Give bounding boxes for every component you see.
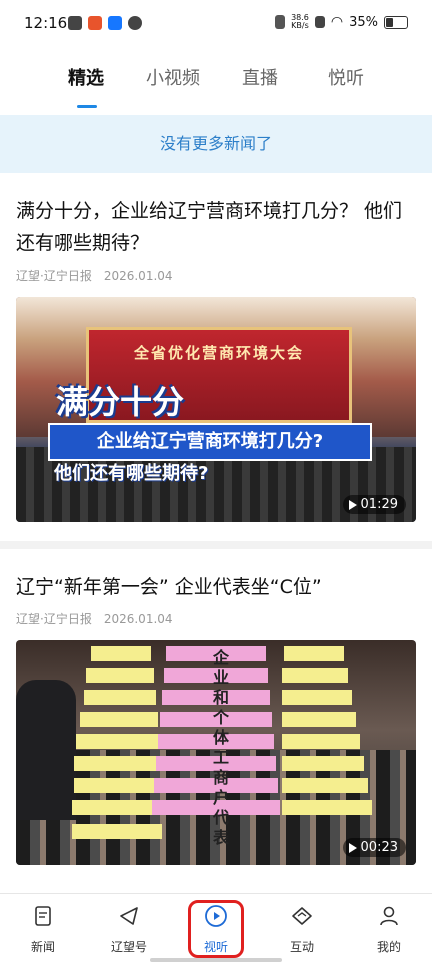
yellow-bar <box>282 690 352 705</box>
app-notification-icon <box>68 16 82 30</box>
no-more-news-banner: 没有更多新闻了 <box>0 115 432 173</box>
article-source: 辽望·辽宁日报 <box>16 269 92 283</box>
yellow-bar <box>284 646 344 661</box>
nav-label: 辽望号 <box>110 940 147 954</box>
vertical-caption: 企业和个体工商户代表 <box>212 648 229 847</box>
play-icon <box>348 499 357 510</box>
person-icon <box>380 906 398 926</box>
video-duration-badge: 01:29 <box>342 495 406 514</box>
nav-news[interactable]: 新闻 <box>8 904 78 955</box>
nav-label: 新闻 <box>30 940 55 954</box>
yellow-bar <box>282 800 372 815</box>
yellow-bar <box>282 668 348 683</box>
notification-icons <box>68 16 142 30</box>
article-source: 辽望·辽宁日报 <box>16 612 92 626</box>
yellow-bar <box>80 712 158 727</box>
status-bar: 12:16 38.6 KB/s ◠ 35% <box>0 0 432 50</box>
yellow-bar <box>86 668 154 683</box>
overlay-headline: 满分十分 <box>56 383 185 421</box>
wifi-icon: ◠ <box>330 14 344 30</box>
play-icon <box>348 842 357 853</box>
tab-listen[interactable]: 悦听 <box>328 64 364 90</box>
article-date: 2026.01.04 <box>103 612 173 626</box>
duration-text: 01:29 <box>360 497 398 512</box>
yellow-bar <box>84 690 156 705</box>
nav-interact[interactable]: 互动 <box>267 904 337 955</box>
article-meta: 辽望·辽宁日报 2026.01.04 <box>16 610 173 627</box>
stage-text: 全省优化营商环境大会 <box>133 344 304 362</box>
status-right: 38.6 KB/s ◠ 35% <box>275 14 408 30</box>
nav-me[interactable]: 我的 <box>354 904 424 955</box>
send-icon <box>120 907 138 925</box>
yellow-bar <box>74 756 160 771</box>
overlay-line2: 他们还有哪些期待? <box>54 463 209 484</box>
status-time: 12:16 <box>24 14 68 32</box>
duration-text: 00:23 <box>360 840 398 855</box>
article-title[interactable]: 辽宁“新年第一会” 企业代表坐“C位” <box>16 571 416 603</box>
yellow-bar <box>76 734 158 749</box>
nav-liaowanghao[interactable]: 辽望号 <box>94 904 164 955</box>
overlay-line1: 企业给辽宁营商环境打几分? <box>48 423 372 461</box>
yellow-bar <box>72 824 162 839</box>
home-indicator <box>150 958 282 962</box>
active-tab-indicator <box>77 105 97 108</box>
yellow-bar <box>282 756 364 771</box>
battery-icon <box>384 15 408 29</box>
article-meta: 辽望·辽宁日报 2026.01.04 <box>16 267 173 284</box>
battery-percent: 35% <box>349 14 378 30</box>
divider <box>0 541 432 549</box>
sim-icon <box>314 16 325 28</box>
interact-icon <box>292 907 312 925</box>
wechat-icon <box>128 16 142 30</box>
article-title[interactable]: 满分十分，企业给辽宁营商环境打几分？ 他们还有哪些期待？ <box>16 195 416 259</box>
video-thumbnail[interactable]: 企业和个体工商户代表 00:23 <box>16 640 416 865</box>
tab-live[interactable]: 直播 <box>242 64 278 90</box>
yellow-bar <box>74 778 160 793</box>
video-thumbnail[interactable]: 全省优化营商环境大会 满分十分 企业给辽宁营商环境打几分? 他们还有哪些期待? … <box>16 297 416 522</box>
person-silhouette <box>16 680 76 820</box>
news-icon <box>35 906 51 926</box>
app-notification-icon <box>88 16 102 30</box>
nav-label: 互动 <box>289 940 314 954</box>
net-speed: 38.6 KB/s <box>291 13 309 30</box>
video-duration-badge: 00:23 <box>342 838 406 857</box>
tab-short-video[interactable]: 小视频 <box>146 64 200 90</box>
yellow-bar <box>91 646 151 661</box>
yellow-bar <box>282 778 368 793</box>
article-date: 2026.01.04 <box>103 269 173 283</box>
yellow-bar <box>72 800 162 815</box>
top-tabs: 精选 小视频 直播 悦听 <box>0 50 432 114</box>
nav-highlight-box <box>188 900 244 958</box>
yellow-bar <box>282 712 356 727</box>
alipay-icon <box>108 16 122 30</box>
vibrate-icon <box>275 15 286 29</box>
nav-label: 我的 <box>376 940 401 954</box>
tab-featured[interactable]: 精选 <box>68 64 104 90</box>
yellow-bar <box>282 734 360 749</box>
